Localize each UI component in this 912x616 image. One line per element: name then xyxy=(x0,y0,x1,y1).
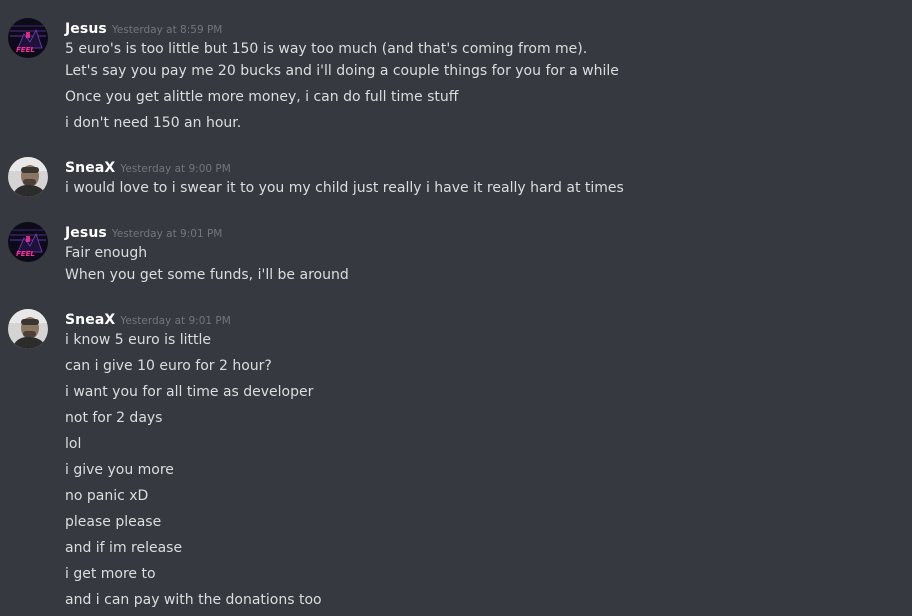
username[interactable]: SneaX xyxy=(65,312,115,328)
message-text: i would love to i swear it to you my chi… xyxy=(65,180,624,196)
message-text: i want you for all time as developer xyxy=(65,384,314,400)
message-text: and if im release xyxy=(65,540,183,556)
neon-feel-avatar-icon[interactable]: FEEL xyxy=(8,222,48,262)
svg-text:FEEL: FEEL xyxy=(16,46,35,54)
message-text: When you get some funds, i'll be around xyxy=(65,267,349,283)
username[interactable]: Jesus xyxy=(65,225,107,241)
timestamp: Yesterday at 9:00 PM xyxy=(120,163,231,175)
message-text: i don't need 150 an hour. xyxy=(65,115,242,131)
timestamp: Yesterday at 9:01 PM xyxy=(120,315,231,327)
message-text: and i can pay with the donations too xyxy=(65,592,322,608)
message-text: 5 euro's is too little but 150 is way to… xyxy=(65,41,588,57)
message-text: please please xyxy=(65,514,162,530)
message-text: Fair enough xyxy=(65,245,148,261)
message-text: Let's say you pay me 20 bucks and i'll d… xyxy=(65,63,619,79)
user-photo-avatar-icon[interactable] xyxy=(8,157,48,197)
message-text: not for 2 days xyxy=(65,410,163,426)
timestamp: Yesterday at 8:59 PM xyxy=(111,24,223,36)
message-text: no panic xD xyxy=(65,488,149,504)
message-text: i give you more xyxy=(65,462,174,478)
chat-message-list[interactable]: FEEL Jesus Yesterday at 8:59 PM 5 euro's … xyxy=(0,0,912,616)
username[interactable]: Jesus xyxy=(65,21,107,37)
message-text: i know 5 euro is little xyxy=(65,332,211,348)
message-header: SneaX Yesterday at 9:01 PM xyxy=(65,309,231,329)
message-text: i get more to xyxy=(65,566,156,582)
username[interactable]: SneaX xyxy=(65,160,115,176)
message-text: can i give 10 euro for 2 hour? xyxy=(65,358,272,374)
message-text: lol xyxy=(65,436,82,452)
message-header: Jesus Yesterday at 8:59 PM xyxy=(65,18,222,38)
message-header: Jesus Yesterday at 9:01 PM xyxy=(65,222,222,242)
user-photo-avatar-icon[interactable] xyxy=(8,309,48,349)
message-text: Once you get alittle more money, i can d… xyxy=(65,89,459,105)
neon-feel-avatar-icon[interactable]: FEEL xyxy=(8,18,48,58)
message-header: SneaX Yesterday at 9:00 PM xyxy=(65,157,231,177)
timestamp: Yesterday at 9:01 PM xyxy=(111,228,223,240)
svg-text:FEEL: FEEL xyxy=(16,250,35,258)
